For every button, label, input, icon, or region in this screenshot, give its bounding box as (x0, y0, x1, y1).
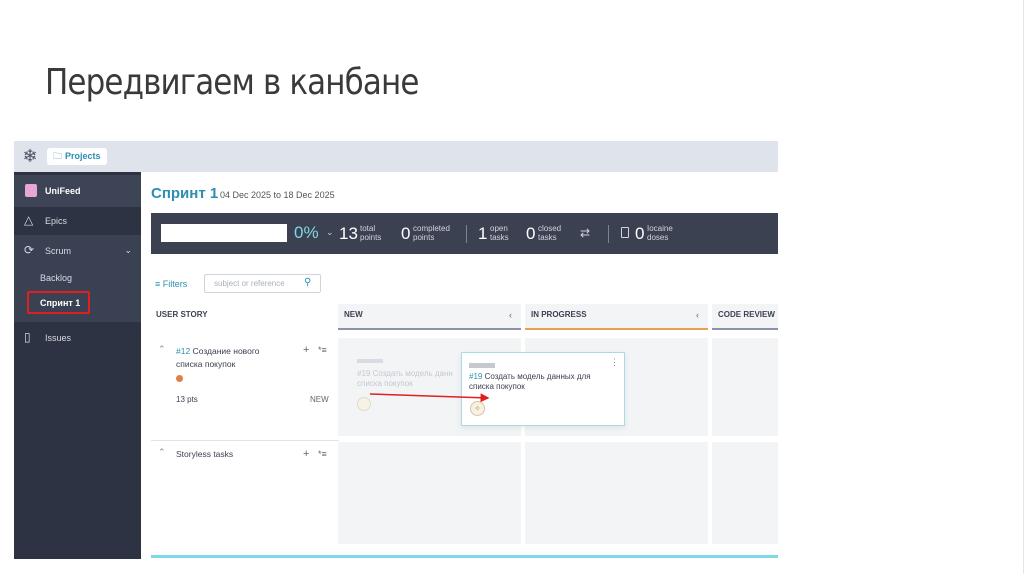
taiga-logo-icon[interactable]: ❄ (19, 145, 41, 167)
avatar[interactable]: ✧ (470, 401, 485, 416)
stat-label: open tasks (490, 224, 509, 242)
add-task-icon[interactable]: + (303, 448, 309, 460)
stat-label: closed tasks (538, 224, 562, 242)
task-name: Создать модель данных для списка покупок (469, 372, 591, 391)
board-cell (712, 338, 778, 436)
sidebar-item-label: Epics (45, 216, 68, 226)
page-title: Спринт 1 (151, 185, 219, 202)
stat-value: 0 (401, 224, 411, 243)
row-divider (151, 440, 339, 441)
sidebar-item-label: Scrum (45, 246, 72, 256)
divider (466, 225, 467, 243)
scrum-submenu: Backlog Спринт 1 (14, 267, 141, 322)
column-title: IN PROGRESS (531, 310, 587, 319)
column-title: NEW (344, 310, 363, 319)
sidebar-item-label: Спринт 1 (40, 298, 81, 308)
column-underline (712, 328, 778, 330)
user-story-ref[interactable]: #12 (176, 346, 190, 356)
filters-label: Filters (162, 279, 188, 289)
sidebar-item-sprint[interactable]: Спринт 1 (27, 291, 90, 314)
stat-label: completed points (413, 224, 450, 242)
column-header-user-story: USER STORY (156, 310, 208, 319)
ghost-card-text: #19 Создать модель данн списка покупок (357, 369, 453, 388)
taiga-screenshot: ❄ 🗀 Projects UniFeed △ Epics ⟳ Scrum ⌄ Ba… (14, 141, 778, 559)
chevron-up-icon[interactable]: ⌃ (158, 344, 166, 355)
filters-button[interactable]: ≡ Filters (155, 279, 187, 289)
stat-label: total points (360, 224, 382, 242)
column-header-code-review[interactable]: CODE REVIEW (712, 304, 778, 330)
sprint-stats-bar: 0% ⌄ 13 total points 0 completed points … (151, 213, 778, 254)
project-avatar-icon (25, 184, 37, 197)
folder-icon: 🗀 (53, 151, 63, 161)
swap-icon[interactable]: ⇄ (580, 226, 590, 240)
column-underline (338, 328, 521, 330)
more-vertical-icon[interactable]: ⋮ (610, 357, 619, 368)
sidebar-item-label: UniFeed (45, 186, 81, 196)
progress-bar (161, 224, 287, 242)
stat-value: 13 (339, 224, 358, 243)
bookmark-icon: ▯ (24, 330, 31, 344)
progress-percent: 0% (294, 223, 319, 242)
task-ref[interactable]: #19 (469, 372, 482, 381)
avatar (357, 397, 371, 411)
search-placeholder: subject or reference (214, 279, 285, 288)
stat-value: 1 (478, 224, 488, 243)
projects-label: Projects (65, 151, 101, 161)
chevron-left-icon[interactable]: ‹ (696, 310, 699, 320)
chevron-down-icon[interactable]: ⌄ (124, 245, 132, 256)
board-cell (712, 442, 778, 544)
stat-value: 0 (526, 224, 536, 243)
card-tag (357, 359, 383, 363)
user-story-title[interactable]: #12 Создание нового списка покупок (176, 345, 276, 371)
board-cell (338, 442, 521, 544)
sidebar: UniFeed △ Epics ⟳ Scrum ⌄ Backlog Спринт… (14, 172, 141, 559)
search-icon[interactable]: ⚲ (304, 277, 311, 288)
task-card-placeholder: #19 Создать модель данн списка покупок (352, 351, 467, 421)
storyless-tasks-title: Storyless tasks (176, 449, 234, 459)
scrum-icon: ⟳ (24, 243, 35, 257)
stat-label: Iocaine doses (647, 224, 673, 242)
bulk-add-icon[interactable]: *≡ (318, 449, 327, 459)
card-tag (469, 363, 495, 368)
bulk-add-icon[interactable]: *≡ (318, 345, 327, 355)
add-task-icon[interactable]: + (303, 344, 309, 356)
task-card-dragging[interactable]: ⋮ #19 Создать модель данных для списка п… (461, 352, 625, 426)
status-badge[interactable]: NEW (310, 395, 329, 404)
epics-icon: △ (24, 213, 34, 227)
search-input[interactable]: subject or reference ⚲ (204, 274, 321, 293)
chevron-left-icon[interactable]: ‹ (509, 310, 512, 320)
status-dot (176, 375, 183, 382)
stat-value: 0 (635, 224, 645, 243)
chevron-up-icon[interactable]: ⌃ (158, 447, 166, 458)
sidebar-item-issues[interactable]: ▯ Issues (14, 322, 141, 354)
board-cell (525, 442, 708, 544)
story-points: 13 pts (176, 395, 198, 404)
sidebar-item-label: Issues (45, 333, 72, 343)
bottle-icon (621, 227, 629, 238)
column-header-new[interactable]: NEW ‹ (338, 304, 521, 330)
bottom-progress-line (151, 555, 778, 558)
task-card-title[interactable]: #19 Создать модель данных для списка пок… (469, 372, 614, 392)
chevron-down-icon[interactable]: ⌄ (326, 227, 334, 238)
main-content: Спринт 1 04 Dec 2025 to 18 Dec 2025 0% ⌄… (141, 172, 778, 559)
column-title: CODE REVIEW (718, 310, 775, 319)
sidebar-item-unifeed[interactable]: UniFeed (14, 175, 141, 207)
top-bar: ❄ 🗀 Projects (14, 141, 778, 172)
sidebar-item-backlog[interactable]: Backlog (40, 273, 72, 283)
column-header-in-progress[interactable]: IN PROGRESS ‹ (525, 304, 708, 330)
filter-icon: ≡ (155, 279, 163, 289)
sidebar-item-scrum[interactable]: ⟳ Scrum ⌄ (14, 235, 141, 267)
projects-button[interactable]: 🗀 Projects (47, 148, 107, 165)
divider (608, 225, 609, 243)
sidebar-item-epics[interactable]: △ Epics (14, 205, 141, 237)
sprint-dates: 04 Dec 2025 to 18 Dec 2025 (220, 190, 335, 200)
column-underline (525, 328, 708, 330)
slide-title: Передвигаем в канбане (45, 62, 419, 103)
